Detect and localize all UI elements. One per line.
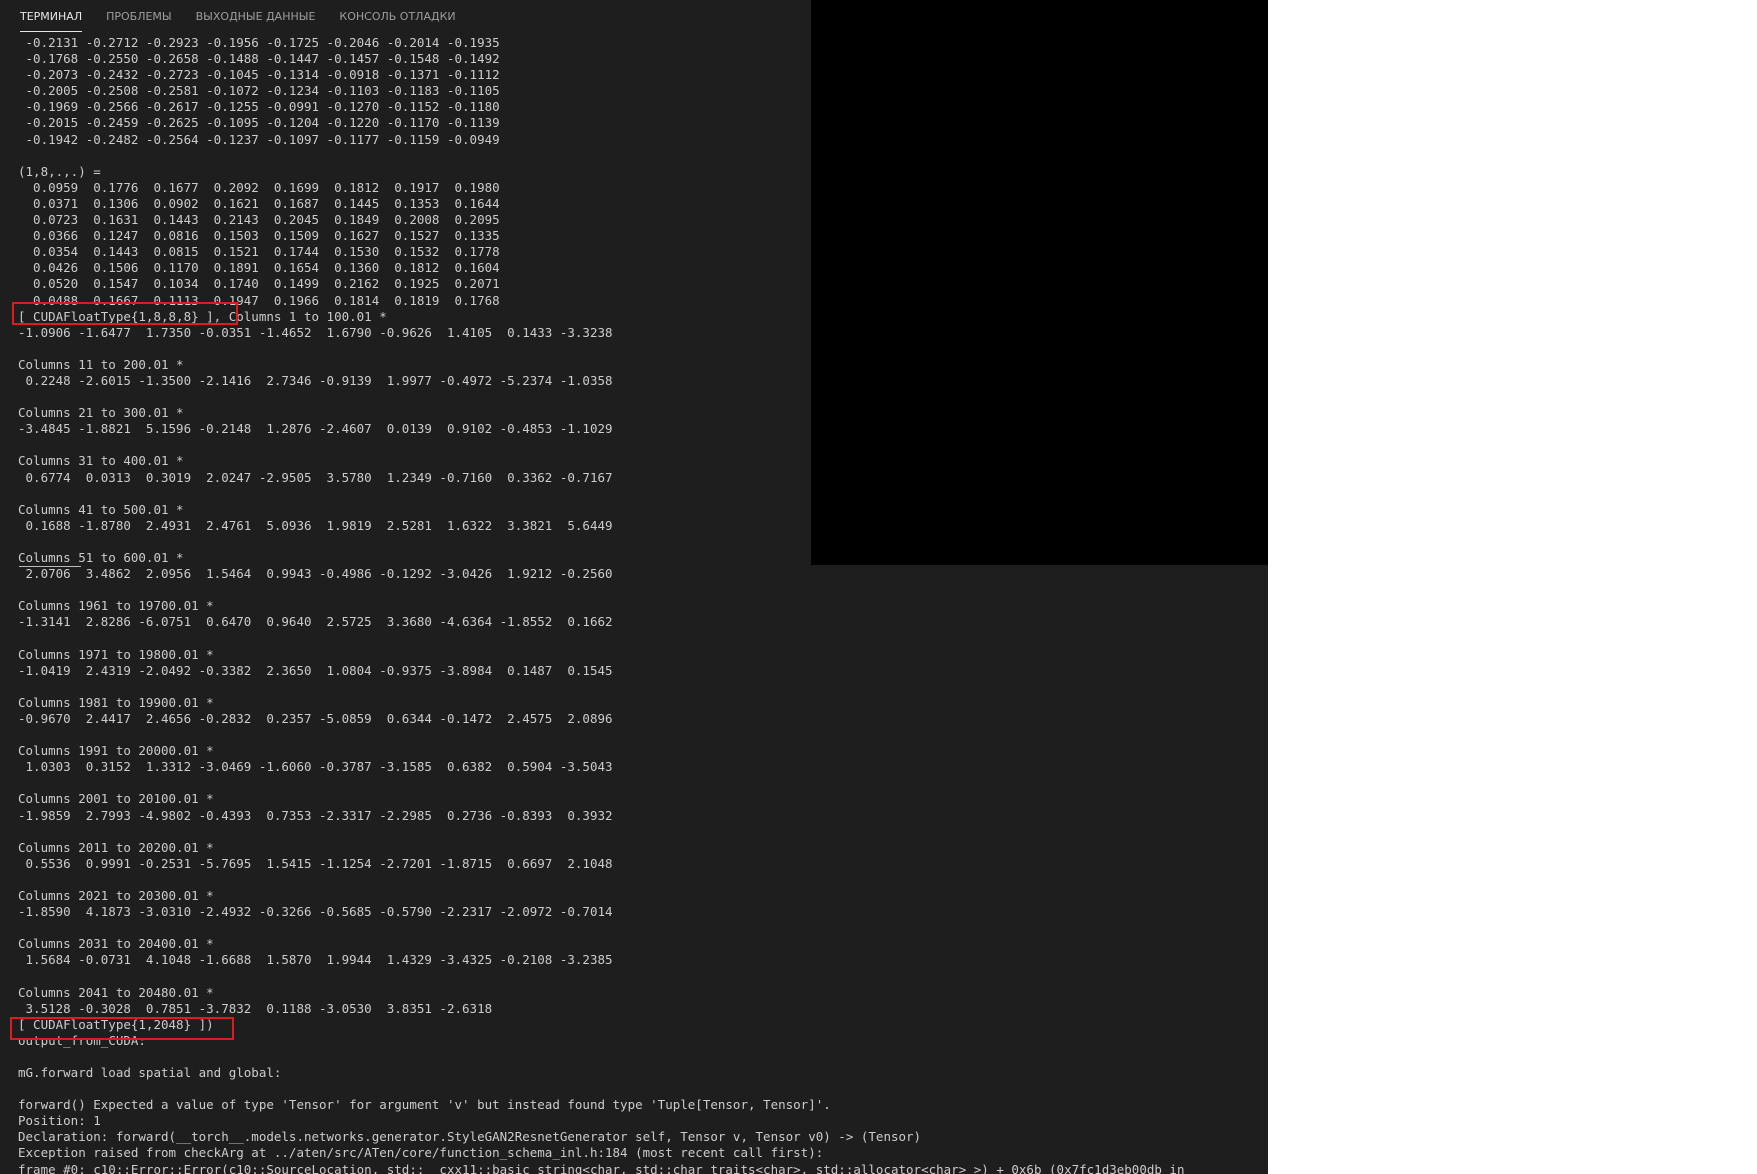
- text-underline: [19, 566, 81, 567]
- highlight-box: [10, 1017, 234, 1040]
- terminal-line: Columns 1961 to 19700.01 *: [18, 598, 214, 614]
- terminal-line: frame #0: c10::Error::Error(c10::SourceL…: [18, 1161, 1185, 1174]
- tab-debug-console[interactable]: КОНСОЛЬ ОТЛАДКИ: [339, 0, 455, 32]
- highlight-box: [12, 302, 238, 325]
- terminal-line: forward() Expected a value of type 'Tens…: [18, 1097, 831, 1113]
- terminal-line: 3.5128 -0.3028 0.7851 -3.7832 0.1188 -3.…: [18, 1000, 493, 1016]
- black-overlay-region: [811, 0, 1268, 565]
- terminal-line: -1.3141 2.8286 -6.0751 0.6470 0.9640 2.5…: [18, 614, 613, 630]
- terminal-panel: ТЕРМИНАЛ ПРОБЛЕМЫ ВЫХОДНЫЕ ДАННЫЕ КОНСОЛ…: [0, 0, 1268, 1174]
- terminal-line: Columns 1981 to 19900.01 *: [18, 694, 214, 710]
- terminal-line: 1.0303 0.3152 1.3312 -3.0469 -1.6060 -0.…: [18, 759, 613, 775]
- terminal-line: 0.5536 0.9991 -0.2531 -5.7695 1.5415 -1.…: [18, 855, 613, 871]
- terminal-line: -1.0419 2.4319 -2.0492 -0.3382 2.3650 1.…: [18, 662, 613, 678]
- app-window: ТЕРМИНАЛ ПРОБЛЕМЫ ВЫХОДНЫЕ ДАННЫЕ КОНСОЛ…: [0, 0, 1757, 1174]
- terminal-line: Declaration: forward(__torch__.models.ne…: [18, 1129, 922, 1145]
- terminal-line: Columns 2001 to 20100.01 *: [18, 791, 214, 807]
- terminal-line: -1.9859 2.7993 -4.9802 -0.4393 0.7353 -2…: [18, 807, 613, 823]
- terminal-line: mG.forward load spatial and global:: [18, 1065, 282, 1080]
- terminal-line: Columns 2011 to 20200.01 *: [18, 839, 214, 855]
- terminal-line: 1.5684 -0.0731 4.1048 -1.6688 1.5870 1.9…: [18, 952, 613, 968]
- terminal-line: Columns 2041 to 20480.01 *: [18, 984, 214, 1000]
- terminal-line: Columns 1971 to 19800.01 *: [18, 646, 214, 662]
- terminal-line: Position: 1: [18, 1113, 101, 1129]
- terminal-line: Columns 1991 to 20000.01 *: [18, 743, 214, 759]
- terminal-line: Exception raised from checkArg at ../ate…: [18, 1145, 824, 1161]
- terminal-line: -0.9670 2.4417 2.4656 -0.2832 0.2357 -5.…: [18, 710, 613, 726]
- terminal-line: 2.0706 3.4862 2.0956 1.5464 0.9943 -0.49…: [18, 566, 613, 582]
- terminal-line: Columns 2021 to 20300.01 *: [18, 887, 214, 903]
- terminal-line: -1.8590 4.1873 -3.0310 -2.4932 -0.3266 -…: [18, 904, 613, 920]
- tab-problems[interactable]: ПРОБЛЕМЫ: [106, 0, 172, 32]
- terminal-line: Columns 2031 to 20400.01 *: [18, 936, 214, 952]
- tab-output[interactable]: ВЫХОДНЫЕ ДАННЫЕ: [196, 0, 316, 32]
- tab-terminal[interactable]: ТЕРМИНАЛ: [20, 0, 83, 32]
